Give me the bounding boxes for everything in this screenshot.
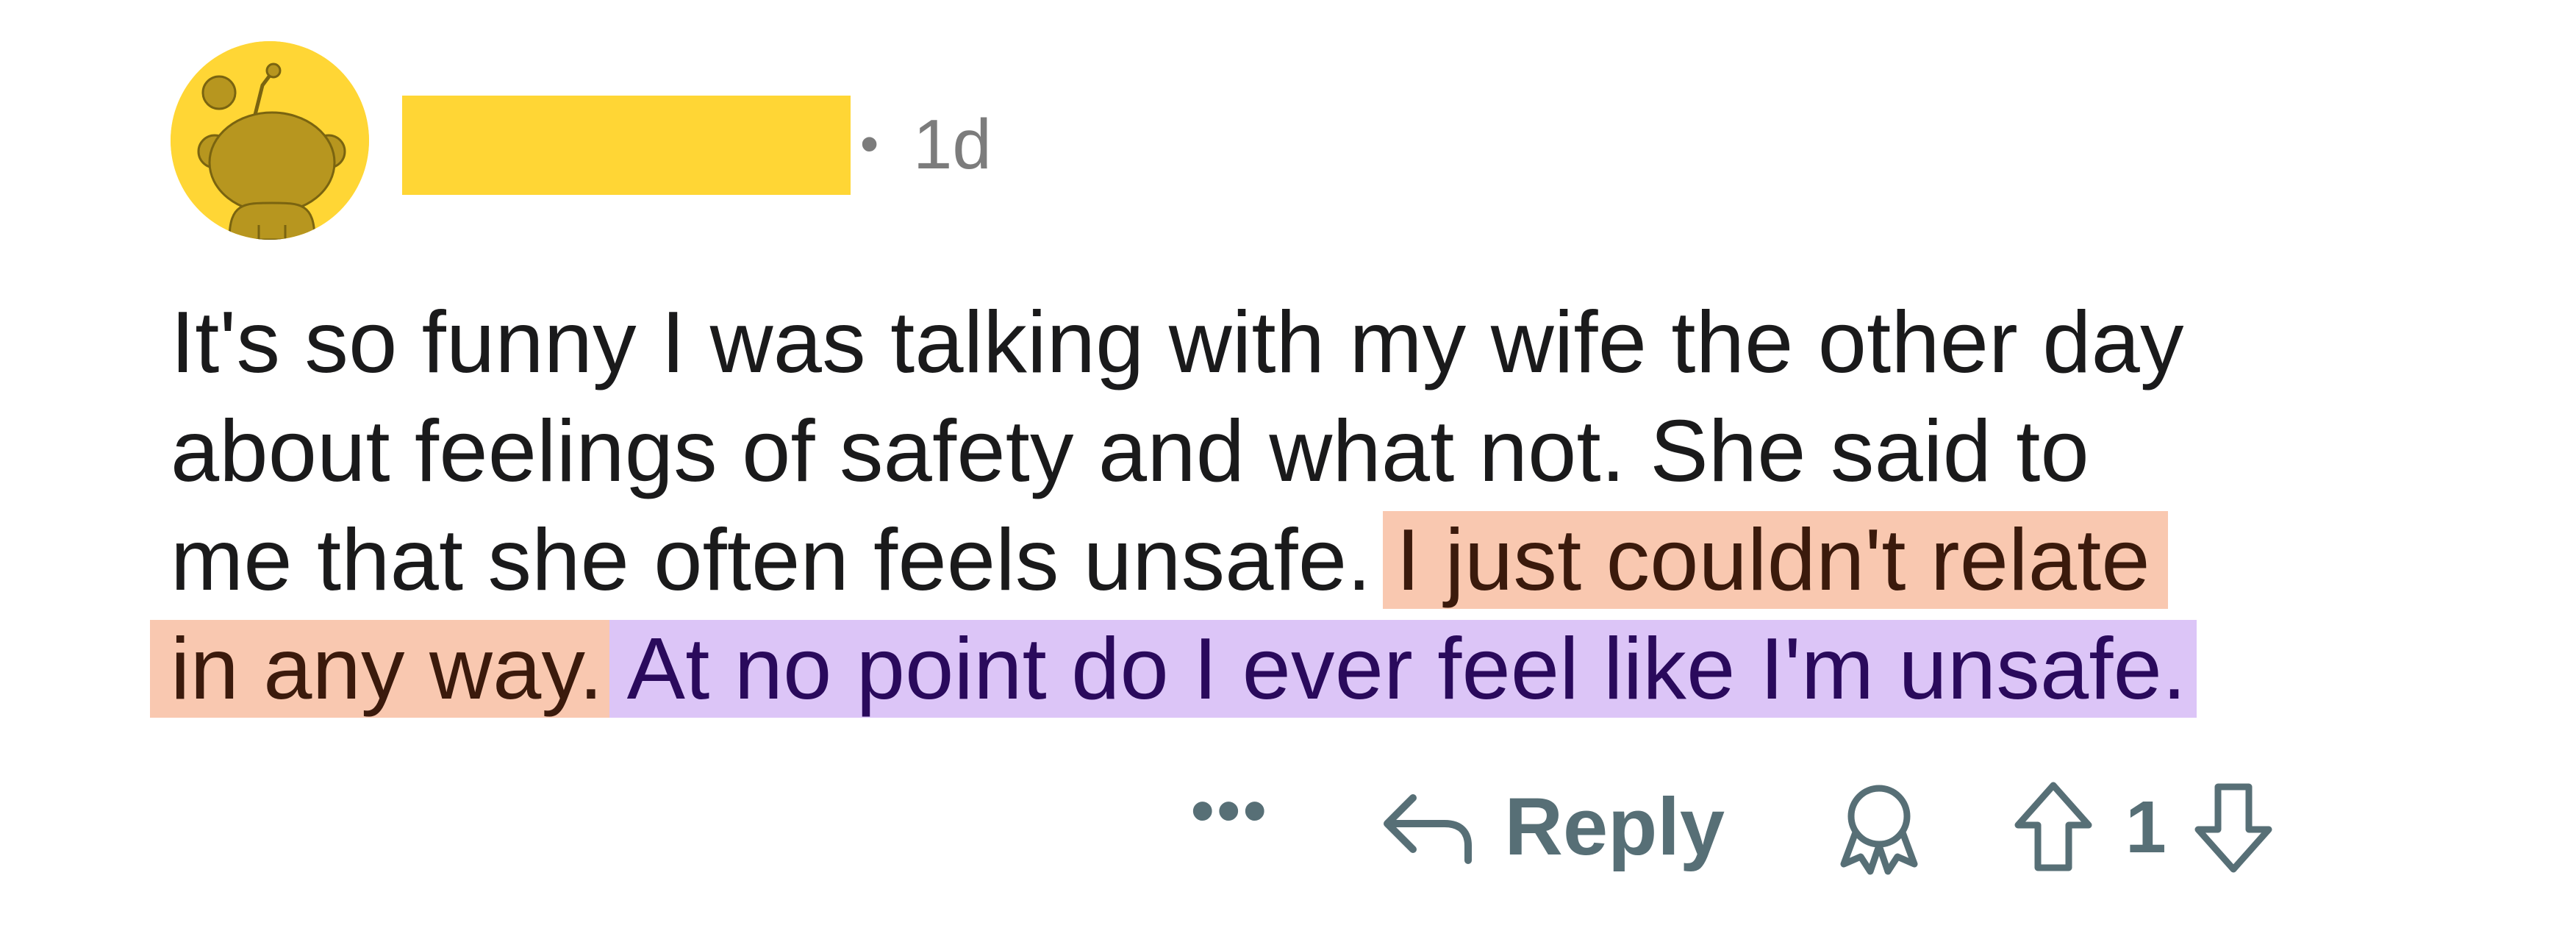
highlight-orange: in any way. <box>150 620 609 718</box>
comment-card: • 1d It's so funny I was talking with my… <box>0 0 2576 942</box>
highlight-purple: At no point do I ever feel like I'm unsa… <box>609 620 2197 718</box>
more-options-button[interactable]: ••• <box>1191 778 1270 844</box>
vote-count: 1 <box>2125 786 2167 868</box>
downvote-icon[interactable] <box>2192 779 2276 875</box>
comment-line: about feelings of safety and what not. S… <box>171 402 2089 500</box>
upvote-icon[interactable] <box>2011 779 2096 875</box>
highlight-orange: I just couldn't relate <box>1382 511 2168 609</box>
comment-line: in any way. At no point do I ever feel li… <box>150 615 2450 724</box>
reply-label: Reply <box>1504 782 1725 872</box>
comment-text: me that she often feels unsafe. <box>171 511 1372 609</box>
vote-controls: 1 <box>2011 779 2276 875</box>
comment-body: It's so funny I was talking with my wife… <box>150 288 2450 724</box>
timestamp[interactable]: 1d <box>913 108 992 182</box>
comment-line: It's so funny I was talking with my wife… <box>171 293 2184 391</box>
award-icon <box>1840 785 1918 875</box>
award-button[interactable] <box>1835 779 1923 875</box>
username-redacted[interactable] <box>402 96 851 195</box>
reply-button[interactable]: Reply <box>1380 787 1725 868</box>
comment-action-bar: ••• Reply 1 <box>1191 772 2276 882</box>
meta-separator: • <box>860 115 879 174</box>
avatar[interactable] <box>171 41 369 240</box>
comment-line: me that she often feels unsafe. I just c… <box>171 506 2450 615</box>
reply-arrow-icon <box>1383 794 1472 864</box>
snoo-avatar-icon <box>171 41 369 240</box>
